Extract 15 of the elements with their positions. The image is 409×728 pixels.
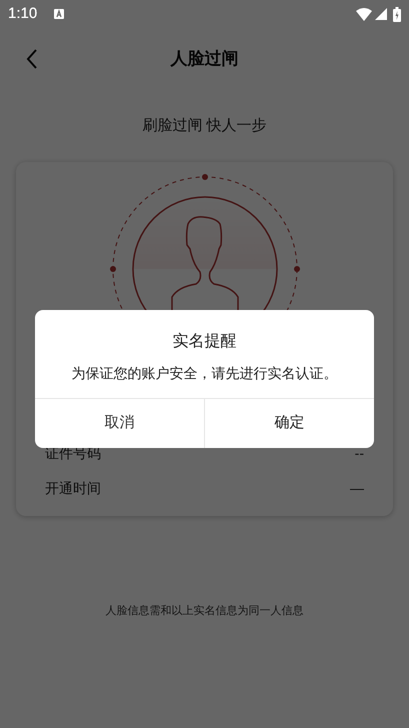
cancel-button[interactable]: 取消 (35, 399, 204, 448)
row-label: 开通时间 (45, 479, 101, 498)
page-title: 人脸过闸 (170, 48, 238, 70)
subtitle: 刷脸过闸 快人一步 (142, 116, 267, 136)
status-time: 1:10 (8, 4, 38, 24)
footer-note: 人脸信息需和以上实名信息为同一人信息 (106, 604, 304, 619)
battery-icon (393, 6, 401, 22)
dialog-message: 为保证您的账户安全，请先进行实名认证。 (72, 364, 338, 383)
back-icon[interactable] (26, 49, 38, 69)
notification-icon (54, 9, 64, 19)
row-value: — (350, 479, 364, 498)
confirm-button[interactable]: 确定 (204, 399, 374, 448)
signal-icon (375, 8, 387, 20)
dialog-title: 实名提醒 (172, 332, 236, 352)
wifi-icon (356, 8, 372, 20)
